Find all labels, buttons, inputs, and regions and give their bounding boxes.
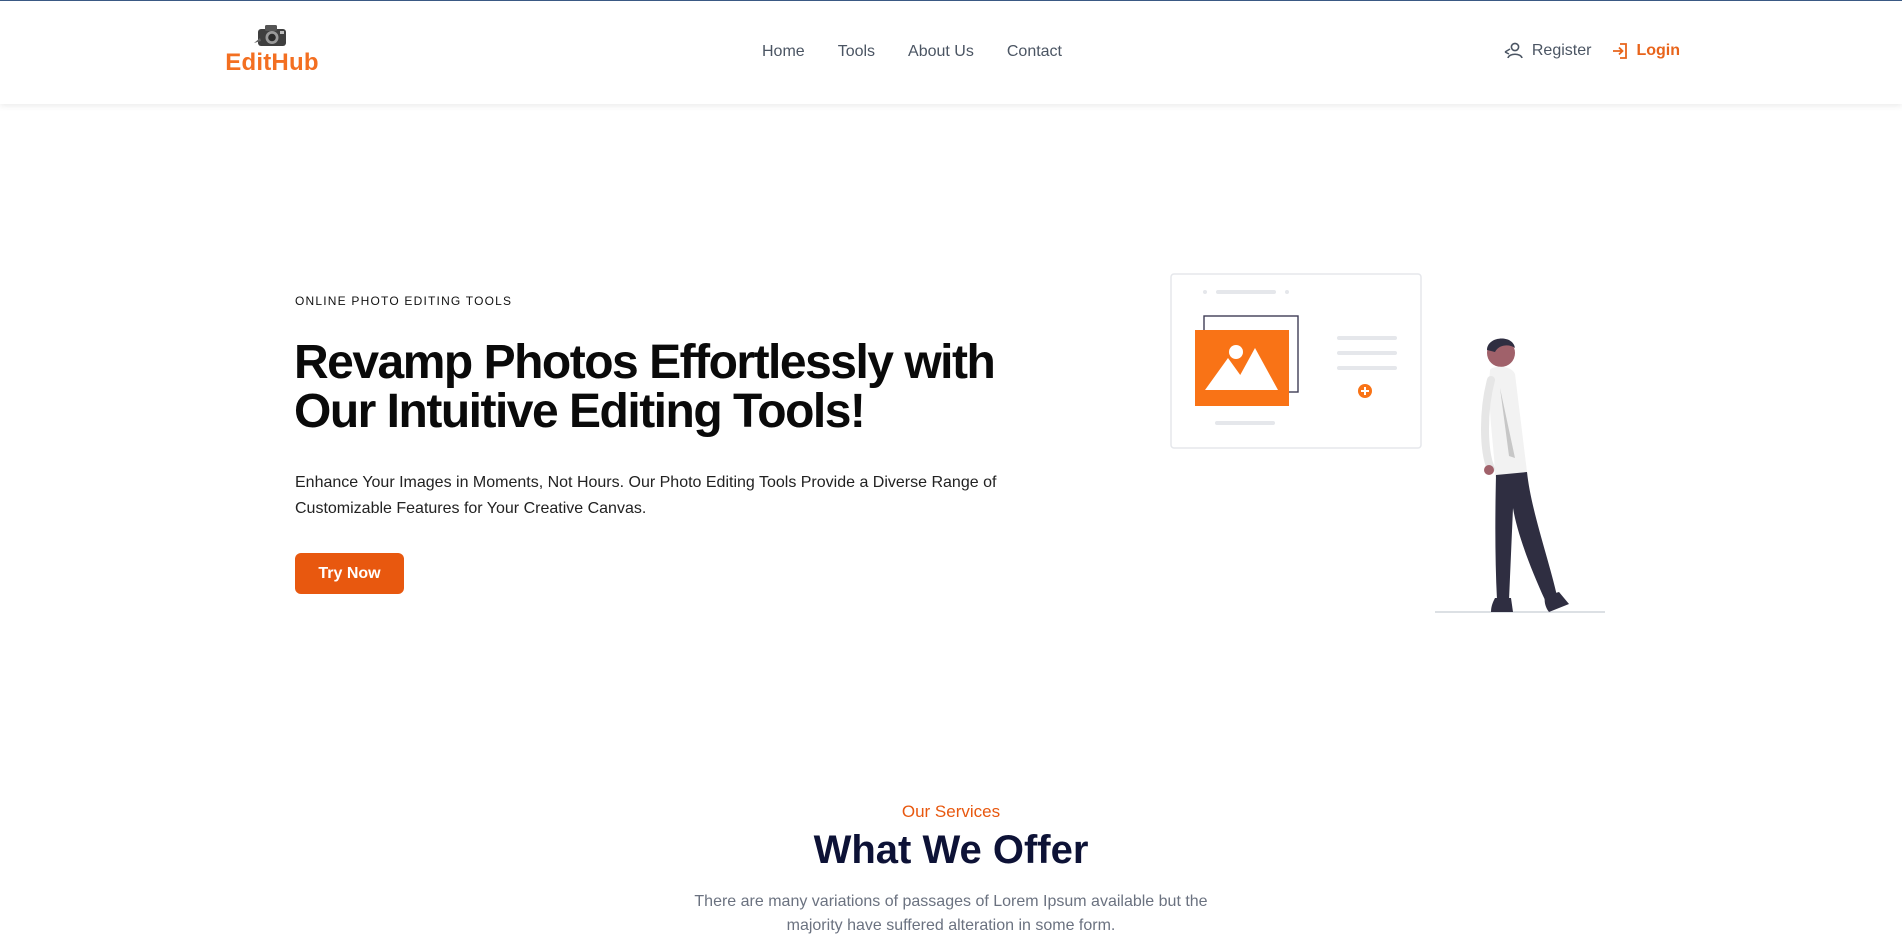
register-link[interactable]: Register bbox=[1503, 41, 1592, 61]
services-description: There are many variations of passages of… bbox=[694, 893, 1208, 934]
hero-tagline: ONLINE PHOTO EDITING TOOLS bbox=[295, 294, 513, 308]
nav-contact[interactable]: Contact bbox=[1007, 43, 1062, 61]
brand-name: EditHub bbox=[225, 49, 319, 76]
user-arrow-icon bbox=[1504, 42, 1523, 59]
login-label: Login bbox=[1636, 42, 1680, 59]
main-nav: Home Tools About Us Contact bbox=[762, 43, 1062, 61]
image-icon bbox=[1195, 330, 1289, 406]
site-header: EditHub Home Tools About Us Contact Regi… bbox=[0, 1, 1902, 104]
auth-links: Register Login bbox=[1503, 41, 1680, 61]
camera-icon bbox=[254, 25, 286, 46]
register-label: Register bbox=[1531, 42, 1592, 59]
nav-about-us[interactable]: About Us bbox=[908, 43, 974, 61]
hero-title-line-1: Revamp Photos Effortlessly with bbox=[294, 336, 996, 389]
hero-title-line-2: Our Intuitive Editing Tools! bbox=[294, 385, 866, 438]
nav-home[interactable]: Home bbox=[762, 43, 805, 61]
services-title: What We Offer bbox=[813, 828, 1089, 872]
nav-tools[interactable]: Tools bbox=[838, 43, 875, 61]
logo[interactable]: EditHub bbox=[224, 23, 320, 77]
hero-description: Enhance Your Images in Moments, Not Hour… bbox=[295, 474, 997, 517]
try-now-button[interactable]: Try Now bbox=[295, 553, 404, 594]
hero-title: Revamp Photos Effortlessly with Our Intu… bbox=[294, 338, 1054, 436]
hero-illustration bbox=[1170, 273, 1605, 613]
login-link[interactable]: Login bbox=[1611, 42, 1680, 60]
login-icon bbox=[1613, 43, 1628, 59]
person-figure bbox=[1481, 338, 1569, 612]
services-kicker: Our Services bbox=[901, 802, 1001, 821]
